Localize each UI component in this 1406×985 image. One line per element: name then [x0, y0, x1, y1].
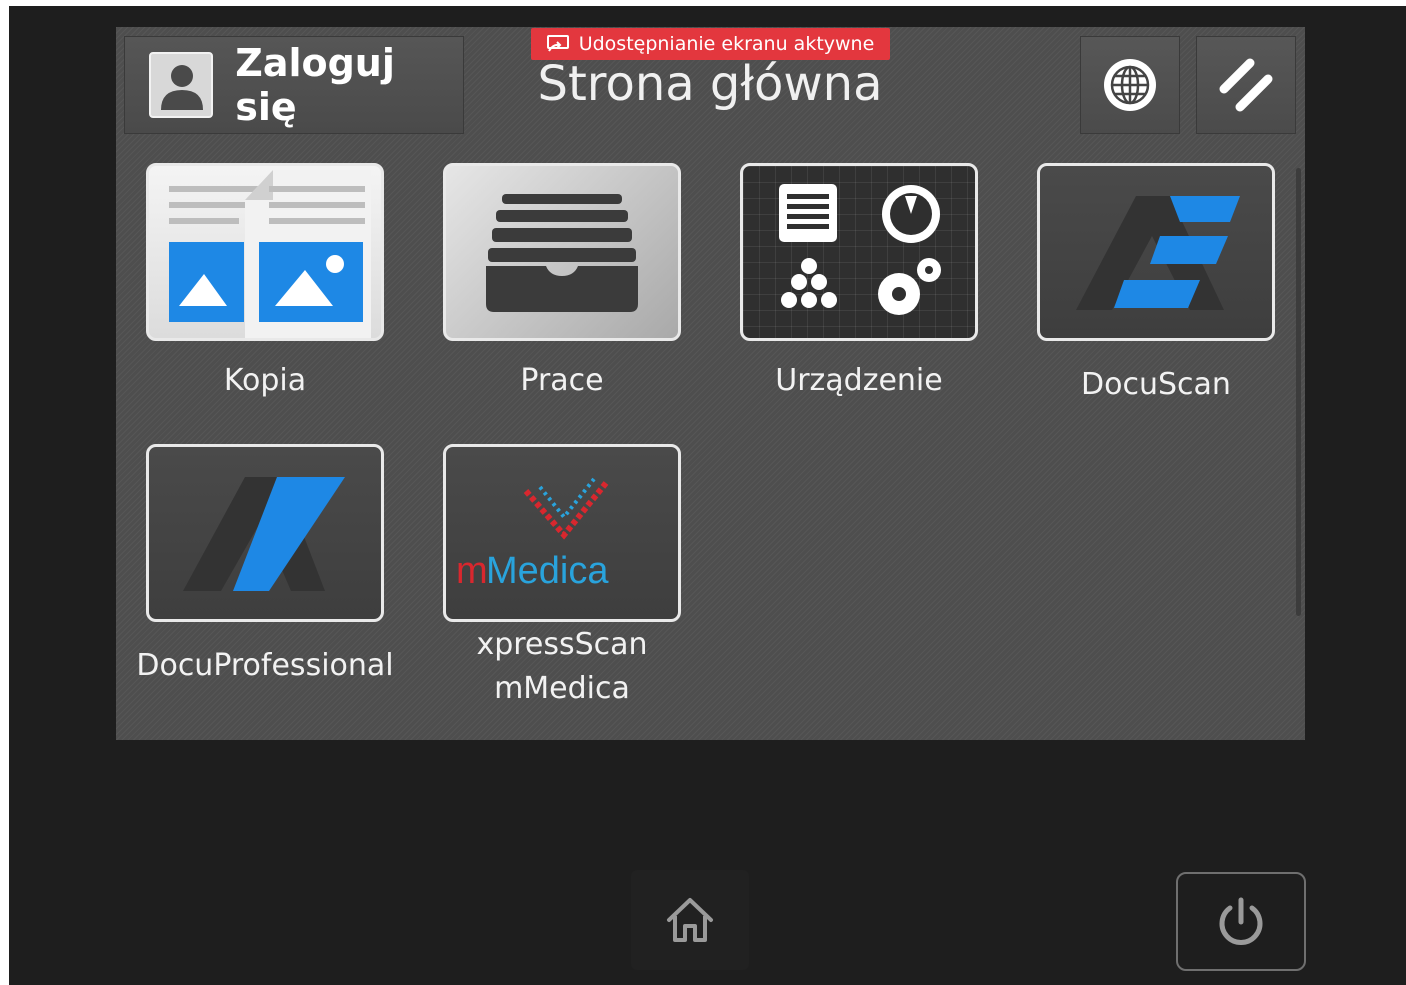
app-tile-kopia[interactable] [146, 163, 384, 341]
scrollbar[interactable] [1296, 168, 1301, 616]
mmedica-logo-medica: Medica [486, 550, 609, 592]
app-label-xpressscan-mmedica: xpressScan mMedica [476, 627, 648, 706]
login-button[interactable]: Zaloguj się [124, 36, 464, 134]
language-button[interactable] [1080, 36, 1180, 134]
screen-sharing-label: Udostępnianie ekranu aktywne [578, 33, 875, 55]
page-title: Strona główna [537, 56, 883, 112]
app-tile-prace[interactable] [443, 163, 681, 341]
docuprofessional-logo-icon [183, 477, 345, 591]
reset-slashes-icon [1219, 58, 1273, 112]
app-tile-docuprofessional[interactable] [146, 444, 384, 622]
app-tile-urzadzenie[interactable] [740, 163, 978, 341]
reset-button[interactable] [1196, 36, 1296, 134]
app-tile-docuscan[interactable] [1037, 163, 1275, 341]
app-label-urzadzenie: Urządzenie [775, 363, 943, 398]
app-label-prace: Prace [520, 363, 604, 398]
screen-share-icon [546, 35, 569, 52]
globe-icon [1104, 59, 1156, 111]
app-label-kopia: Kopia [223, 363, 307, 398]
app-tile-xpressscan-mmedica[interactable]: m Medica [443, 444, 681, 622]
power-button[interactable] [1176, 872, 1306, 971]
copy-icon [169, 170, 371, 338]
home-icon [667, 898, 713, 942]
docuscan-logo-icon [1076, 196, 1240, 310]
home-button[interactable] [631, 870, 749, 970]
app-label-docuscan: DocuScan [1081, 367, 1231, 402]
device-icon [779, 184, 941, 315]
power-icon [1219, 897, 1263, 945]
user-avatar-icon [149, 52, 214, 118]
login-label: Zaloguj się [235, 41, 395, 129]
mmedica-logo-icon: m Medica [456, 477, 609, 592]
app-label-docuprofessional: DocuProfessional [136, 648, 394, 683]
jobs-icon [486, 194, 638, 312]
mmedica-logo-m: m [456, 550, 488, 592]
